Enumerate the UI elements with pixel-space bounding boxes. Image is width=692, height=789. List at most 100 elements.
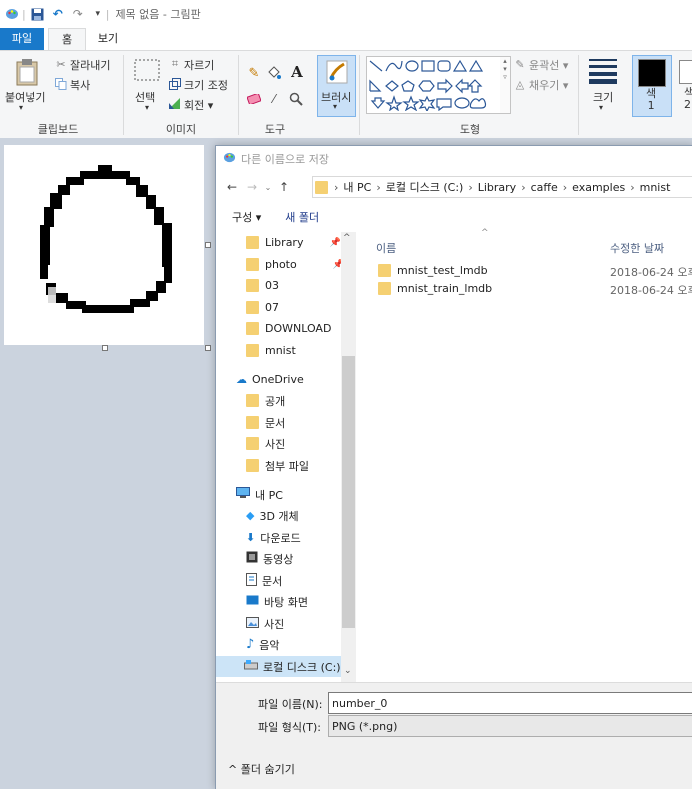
breadcrumb-examples[interactable]: examples — [572, 181, 625, 194]
nav-item-attachments[interactable]: 첨부 파일 — [246, 455, 309, 476]
copy-icon[interactable] — [54, 77, 68, 91]
shapes-scroll[interactable]: ▴ ▾ ▿ — [500, 56, 511, 114]
magnifier-icon[interactable] — [288, 91, 304, 107]
filename-input[interactable]: number_0 — [328, 692, 692, 714]
fill-shape-icon[interactable]: ◬ — [513, 77, 527, 91]
nav-item-3d-objects[interactable]: ◆ 3D 개체 — [246, 505, 299, 526]
scrollbar-thumb[interactable] — [342, 356, 355, 628]
brush-dropdown-icon: ▾ — [333, 102, 338, 111]
nav-item-documents[interactable]: 문서 — [246, 570, 282, 591]
save-icon[interactable] — [30, 6, 46, 22]
drawing-canvas[interactable] — [4, 145, 204, 345]
drawn-zero-shape — [40, 165, 172, 313]
ribbon-separator — [123, 55, 124, 135]
resize-icon[interactable] — [168, 77, 182, 91]
color-picker-icon[interactable]: ⁄ — [266, 91, 282, 107]
nav-item-onedrive-documents[interactable]: 문서 — [246, 412, 285, 433]
video-icon — [246, 551, 258, 566]
breadcrumb-caffe[interactable]: caffe — [531, 181, 558, 194]
new-folder-button[interactable]: 새 폴더 — [285, 209, 319, 225]
nav-item-07[interactable]: 07 — [246, 297, 279, 318]
title-bar: | ↶ ↷ ▾ | 제목 없음 - 그림판 — [0, 0, 692, 28]
tab-home[interactable]: 홈 — [48, 28, 86, 50]
select-dropdown-icon[interactable]: ▾ — [145, 103, 149, 112]
tab-view[interactable]: 보기 — [88, 28, 128, 50]
nav-item-this-pc[interactable]: 내 PC — [236, 484, 283, 505]
scroll-up-icon[interactable]: ^ — [343, 233, 351, 243]
nav-item-onedrive[interactable]: ☁ OneDrive — [236, 369, 304, 390]
nav-item-mnist[interactable]: mnist — [246, 340, 296, 361]
nav-item-03[interactable]: 03 — [246, 275, 279, 296]
crop-icon[interactable]: ⌗ — [168, 57, 182, 71]
document-icon — [246, 572, 257, 589]
filetype-select[interactable]: PNG (*.png) — [328, 715, 692, 737]
size-button[interactable]: 크기 — [593, 89, 613, 105]
nav-item-download-folder[interactable]: DOWNLOAD — [246, 318, 331, 339]
nav-item-music[interactable]: ♪ 음악 — [246, 634, 280, 655]
nav-item-public[interactable]: 공개 — [246, 390, 285, 411]
ribbon-separator — [359, 55, 360, 135]
organize-button[interactable]: 구성 ▾ — [232, 209, 261, 225]
nav-item-downloads[interactable]: ⬇ 다운로드 — [246, 527, 301, 548]
nav-item-onedrive-pictures[interactable]: 사진 — [246, 433, 285, 454]
breadcrumb-library[interactable]: Library — [478, 181, 516, 194]
fill-shape-button[interactable]: 채우기 ▾ — [529, 77, 568, 93]
redo-icon[interactable]: ↷ — [70, 6, 86, 22]
breadcrumb-this-pc[interactable]: 내 PC — [343, 179, 371, 195]
copy-button[interactable]: 복사 — [70, 77, 90, 93]
size-icon[interactable] — [588, 57, 618, 85]
outline-icon[interactable]: ✎ — [513, 57, 527, 71]
color1-swatch — [638, 59, 666, 87]
shapes-gallery[interactable] — [366, 56, 502, 114]
nav-item-local-disk[interactable]: 로컬 디스크 (C:) — [216, 656, 341, 677]
image-group-label: 이미지 — [165, 123, 197, 136]
eraser-icon[interactable] — [246, 91, 262, 107]
paste-icon[interactable] — [14, 57, 40, 87]
table-row[interactable]: mnist_train_lmdb 2018-06-24 오후 — [378, 278, 692, 298]
text-tool-icon[interactable]: A — [288, 63, 306, 81]
tab-file[interactable]: 파일 — [0, 28, 44, 50]
nav-item-photo[interactable]: photo 📌 — [246, 254, 344, 275]
nav-item-videos[interactable]: 동영상 — [246, 548, 293, 569]
address-bar[interactable]: › 내 PC › 로컬 디스크 (C:) › Library › caffe ›… — [312, 176, 692, 198]
cut-icon[interactable]: ✂ — [54, 57, 68, 71]
fill-icon[interactable] — [266, 65, 282, 81]
back-icon[interactable]: ← — [222, 180, 242, 194]
hide-folders-button[interactable]: ^ 폴더 숨기기 — [228, 761, 295, 777]
canvas-resize-handle-corner[interactable] — [205, 345, 211, 351]
file-name-cell: mnist_train_lmdb — [378, 278, 492, 298]
undo-icon[interactable]: ↶ — [50, 6, 66, 22]
resize-button[interactable]: 크기 조정 — [184, 77, 228, 93]
canvas-resize-handle-bottom[interactable] — [102, 345, 108, 351]
rotate-icon[interactable] — [168, 97, 182, 111]
up-icon[interactable]: ↑ — [274, 180, 294, 194]
forward-icon[interactable]: → — [242, 180, 262, 194]
cut-button[interactable]: 잘라내기 — [70, 57, 110, 73]
filename-label: 파일 이름(N): — [258, 698, 323, 711]
color1-button[interactable]: 색 1 — [632, 55, 672, 117]
pencil-icon[interactable]: ✎ — [246, 65, 262, 81]
breadcrumb-local-disk[interactable]: 로컬 디스크 (C:) — [386, 179, 464, 195]
canvas-resize-handle-right[interactable] — [205, 242, 211, 248]
color2-button[interactable]: 색 2 — [676, 55, 692, 115]
outline-button[interactable]: 윤곽선 ▾ — [529, 57, 568, 73]
scroll-down-icon[interactable]: ⌄ — [344, 666, 352, 676]
nav-item-desktop[interactable]: 바탕 화면 — [246, 591, 308, 612]
customize-qat-icon[interactable]: ▾ — [90, 6, 106, 22]
nav-item-library[interactable]: Library 📌 — [246, 232, 341, 253]
paste-dropdown-icon[interactable]: ▾ — [19, 103, 23, 112]
file-name-cell: mnist_test_lmdb — [378, 260, 488, 280]
table-row[interactable]: mnist_test_lmdb 2018-06-24 오후 — [378, 260, 692, 280]
size-dropdown-icon[interactable]: ▾ — [599, 103, 603, 112]
rotate-button[interactable]: 회전 ▾ — [184, 97, 213, 113]
breadcrumb-mnist[interactable]: mnist — [640, 181, 671, 194]
select-icon[interactable] — [134, 59, 160, 81]
crop-button[interactable]: 자르기 — [184, 57, 214, 73]
clipboard-group-label: 클립보드 — [37, 123, 79, 136]
brush-button[interactable]: 브러시 ▾ — [317, 55, 356, 117]
nav-item-pictures[interactable]: 사진 — [246, 613, 284, 634]
column-header-date[interactable]: 수정한 날짜 — [610, 240, 664, 256]
recent-locations-icon[interactable]: ⌄ — [262, 183, 274, 192]
paste-button[interactable]: 붙여넣기 — [5, 89, 45, 105]
column-header-name[interactable]: 이름 — [376, 240, 396, 256]
